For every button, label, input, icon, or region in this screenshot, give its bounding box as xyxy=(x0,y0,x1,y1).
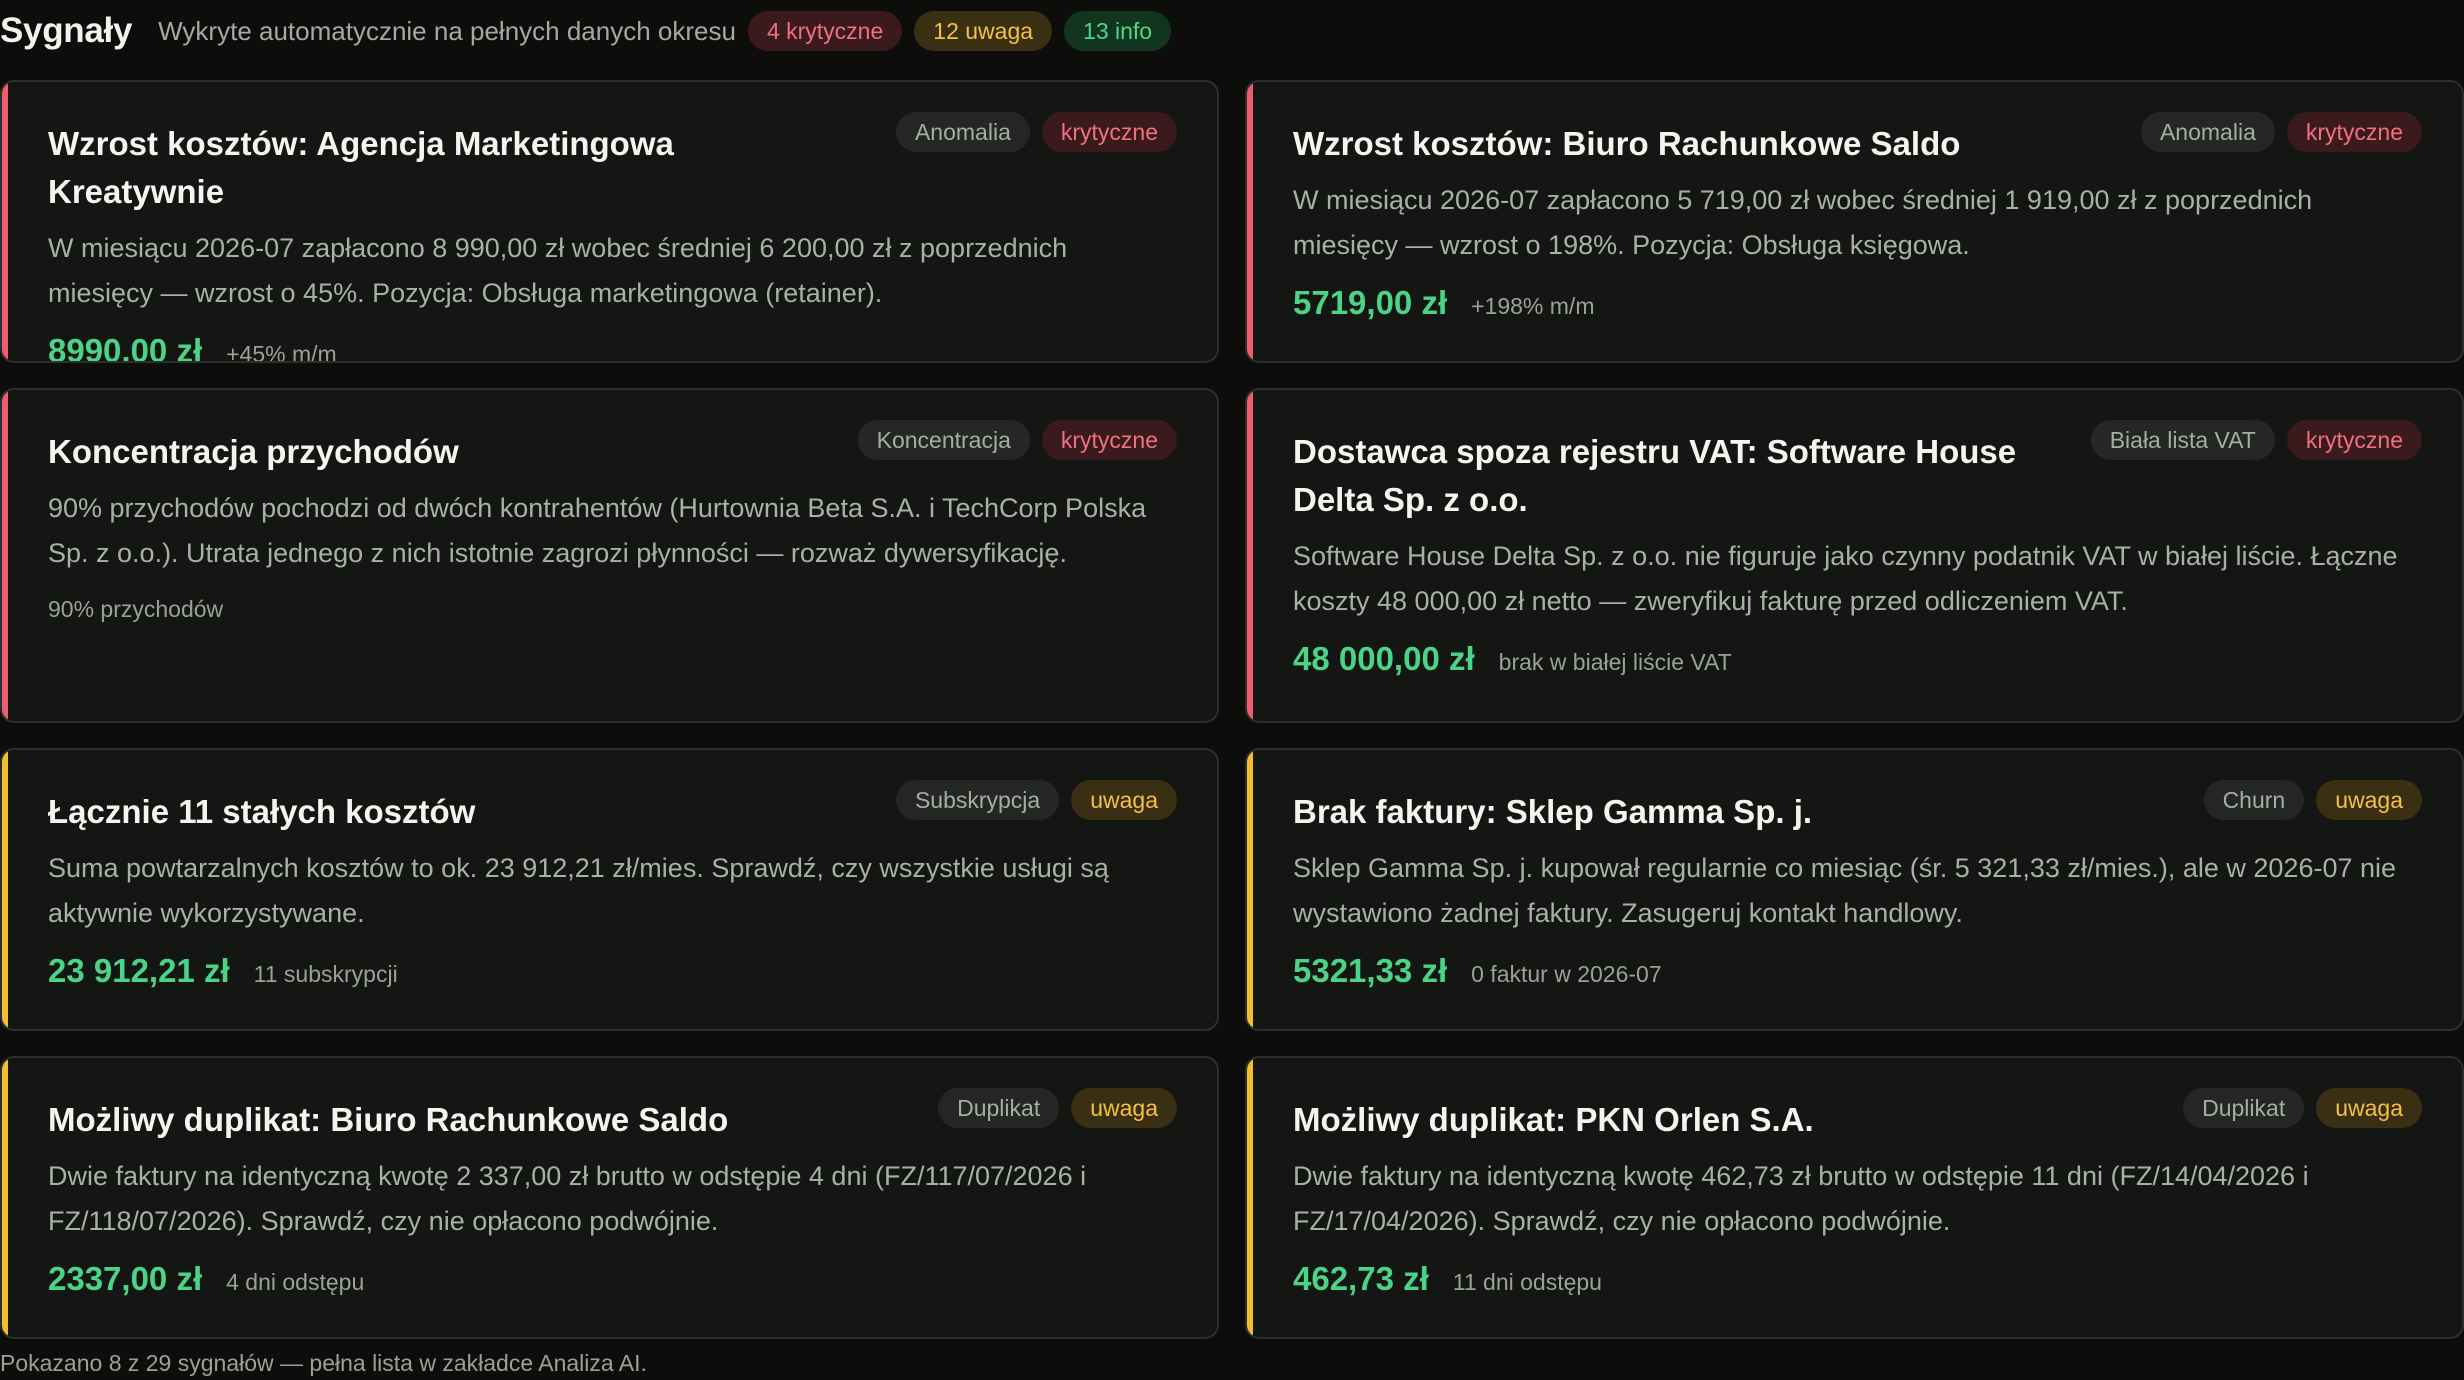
severity-badge: krytyczne xyxy=(1041,420,1177,460)
severity-badge: uwaga xyxy=(2316,1088,2422,1128)
signal-card-header: Koncentracja przychodów Koncentracja kry… xyxy=(48,420,1177,476)
signal-meta: brak w białej liście VAT xyxy=(1498,649,1732,675)
category-badge: Duplikat xyxy=(938,1088,1060,1128)
signal-amount: 5321,33 zł xyxy=(1293,952,1448,989)
severity-badge: krytyczne xyxy=(2286,420,2422,460)
signal-card[interactable]: Dostawca spoza rejestru VAT: Software Ho… xyxy=(1245,388,2464,723)
signal-meta: 0 faktur w 2026-07 xyxy=(1471,961,1662,987)
info-count-badge[interactable]: 13 info xyxy=(1064,11,1172,51)
signal-title: Możliwy duplikat: PKN Orlen S.A. xyxy=(1293,1101,1814,1138)
signals-grid: Wzrost kosztów: Agencja Marketingowa Kre… xyxy=(0,80,2464,1339)
category-badge: Churn xyxy=(2203,780,2305,820)
signals-header: Sygnały Wykryte automatycznie na pełnych… xyxy=(0,0,1172,62)
signal-footer: 8990,00 zł +45% m/m xyxy=(48,332,1177,363)
signal-badges: Duplikat uwaga xyxy=(2171,1088,2422,1128)
signal-card[interactable]: Wzrost kosztów: Biuro Rachunkowe Saldo A… xyxy=(1245,80,2464,363)
category-badge: Koncentracja xyxy=(857,420,1030,460)
signal-description: Dwie faktury na identyczną kwotę 2 337,0… xyxy=(48,1161,1087,1236)
signal-badges: Koncentracja krytyczne xyxy=(846,420,1177,460)
severity-badge: krytyczne xyxy=(1041,112,1177,152)
signal-amount: 5719,00 zł xyxy=(1293,284,1448,321)
signal-badges: Anomalia krytyczne xyxy=(884,112,1177,152)
signal-card-header: Wzrost kosztów: Biuro Rachunkowe Saldo A… xyxy=(1293,112,2422,168)
signal-description: 90% przychodów pochodzi od dwóch kontrah… xyxy=(48,493,1147,568)
signal-footer: 90% przychodów xyxy=(48,592,1177,623)
footer-note: Pokazano 8 z 29 sygnałów — pełna lista w… xyxy=(0,1350,647,1376)
signal-footer: 5719,00 zł +198% m/m xyxy=(1293,284,2422,322)
signal-description: W miesiącu 2026-07 zapłacono 5 719,00 zł… xyxy=(1293,185,2313,260)
signal-badges: Churn uwaga xyxy=(2192,780,2422,820)
signal-badges: Duplikat uwaga xyxy=(926,1088,1177,1128)
signal-footer: 5321,33 zł 0 faktur w 2026-07 xyxy=(1293,952,2422,990)
signal-card[interactable]: Łącznie 11 stałych kosztów Subskrypcja u… xyxy=(0,748,1219,1031)
signal-card-header: Wzrost kosztów: Agencja Marketingowa Kre… xyxy=(48,112,1177,216)
warning-count-badge[interactable]: 12 uwaga xyxy=(914,11,1053,51)
signal-card[interactable]: Możliwy duplikat: Biuro Rachunkowe Saldo… xyxy=(0,1056,1219,1339)
signal-card[interactable]: Możliwy duplikat: PKN Orlen S.A. Duplika… xyxy=(1245,1056,2464,1339)
category-badge: Biała lista VAT xyxy=(2090,420,2275,460)
severity-badge: uwaga xyxy=(1071,1088,1177,1128)
signal-card-header: Brak faktury: Sklep Gamma Sp. j. Churn u… xyxy=(1293,780,2422,836)
signal-badges: Subskrypcja uwaga xyxy=(884,780,1177,820)
signal-card-header: Możliwy duplikat: PKN Orlen S.A. Duplika… xyxy=(1293,1088,2422,1144)
signal-meta: 11 dni odstępu xyxy=(1452,1269,1602,1295)
signal-card[interactable]: Wzrost kosztów: Agencja Marketingowa Kre… xyxy=(0,80,1219,363)
signal-footer: 48 000,00 zł brak w białej liście VAT xyxy=(1293,640,2422,678)
critical-count-badge[interactable]: 4 krytyczne xyxy=(747,11,903,51)
signal-amount: 23 912,21 zł xyxy=(48,952,230,989)
signal-description: Suma powtarzalnych kosztów to ok. 23 912… xyxy=(48,853,1109,928)
signal-title: Możliwy duplikat: Biuro Rachunkowe Saldo xyxy=(48,1101,729,1138)
signal-card[interactable]: Koncentracja przychodów Koncentracja kry… xyxy=(0,388,1219,723)
signal-title: Wzrost kosztów: Biuro Rachunkowe Saldo xyxy=(1293,125,1961,162)
signal-amount: 2337,00 zł xyxy=(48,1260,203,1297)
page-subtitle: Wykryte automatycznie na pełnych danych … xyxy=(158,15,736,46)
category-badge: Anomalia xyxy=(2140,112,2275,152)
severity-badge: uwaga xyxy=(1071,780,1177,820)
signal-amount: 48 000,00 zł xyxy=(1293,640,1475,677)
category-badge: Duplikat xyxy=(2183,1088,2305,1128)
signal-title: Koncentracja przychodów xyxy=(48,433,459,470)
signal-card-header: Możliwy duplikat: Biuro Rachunkowe Saldo… xyxy=(48,1088,1177,1144)
signal-title: Łącznie 11 stałych kosztów xyxy=(48,793,476,830)
signal-title: Wzrost kosztów: Agencja Marketingowa Kre… xyxy=(48,125,674,210)
signal-description: W miesiącu 2026-07 zapłacono 8 990,00 zł… xyxy=(48,233,1068,308)
signal-meta: 11 subskrypcji xyxy=(253,961,398,987)
signal-title: Brak faktury: Sklep Gamma Sp. j. xyxy=(1293,793,1813,830)
signal-card[interactable]: Brak faktury: Sklep Gamma Sp. j. Churn u… xyxy=(1245,748,2464,1031)
signal-badges: Biała lista VAT krytyczne xyxy=(2079,420,2422,460)
category-badge: Anomalia xyxy=(895,112,1030,152)
severity-badge: krytyczne xyxy=(2286,112,2422,152)
signal-description: Software House Delta Sp. z o.o. nie figu… xyxy=(1293,541,2398,616)
signal-meta: 4 dni odstępu xyxy=(226,1269,365,1295)
severity-badge: uwaga xyxy=(2316,780,2422,820)
signal-card-header: Dostawca spoza rejestru VAT: Software Ho… xyxy=(1293,420,2422,524)
signal-meta: 90% przychodów xyxy=(48,596,224,622)
signal-meta: +45% m/m xyxy=(226,341,337,363)
signals-panel: Sygnały Wykryte automatycznie na pełnych… xyxy=(0,0,2464,1380)
signal-amount: 8990,00 zł xyxy=(48,332,203,363)
signal-footer: 2337,00 zł 4 dni odstępu xyxy=(48,1260,1177,1298)
signal-badges: Anomalia krytyczne xyxy=(2129,112,2422,152)
signal-description: Dwie faktury na identyczną kwotę 462,73 … xyxy=(1293,1161,2309,1236)
page-title: Sygnały xyxy=(0,11,133,50)
signal-amount: 462,73 zł xyxy=(1293,1260,1429,1297)
signal-footer: 462,73 zł 11 dni odstępu xyxy=(1293,1260,2422,1298)
signal-footer: 23 912,21 zł 11 subskrypcji xyxy=(48,952,1177,990)
signal-title: Dostawca spoza rejestru VAT: Software Ho… xyxy=(1293,433,2017,518)
signal-meta: +198% m/m xyxy=(1471,293,1595,319)
signal-card-header: Łącznie 11 stałych kosztów Subskrypcja u… xyxy=(48,780,1177,836)
signal-description: Sklep Gamma Sp. j. kupował regularnie co… xyxy=(1293,853,2397,928)
category-badge: Subskrypcja xyxy=(895,780,1060,820)
